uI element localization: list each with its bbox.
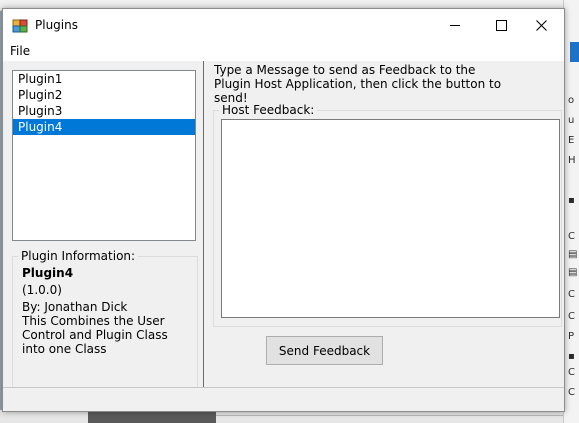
send-feedback-button[interactable]: Send Feedback <box>266 336 383 365</box>
background-glyph: ▪ <box>568 352 575 362</box>
menu-file[interactable]: File <box>10 44 30 58</box>
background-glyph: ▪ <box>568 196 575 206</box>
close-icon <box>535 19 547 31</box>
plugins-window: Plugins File Plugin1 Plugin2 Plugin3 Plugin… <box>2 8 565 412</box>
plugin-list-item[interactable]: Plugin2 <box>13 87 195 103</box>
background-glyph: C <box>568 232 575 242</box>
background-glyph: ▤ <box>568 250 578 260</box>
maximize-icon <box>495 19 507 31</box>
plugin-version: (1.0.0) <box>22 283 62 297</box>
background-glyph: C <box>568 388 575 398</box>
background-glyph: C <box>568 290 575 300</box>
plugin-list[interactable]: Plugin1 Plugin2 Plugin3 Plugin4 <box>12 70 196 241</box>
panel-splitter[interactable] <box>203 61 204 387</box>
plugin-list-item[interactable]: Plugin3 <box>13 103 195 119</box>
plugin-name: Plugin4 <box>22 266 74 280</box>
background-glyph: u <box>568 116 575 126</box>
close-button[interactable] <box>518 9 564 41</box>
plugins-app-icon <box>12 19 28 33</box>
plugin-list-item[interactable]: Plugin4 <box>13 119 195 135</box>
left-panel: Plugin1 Plugin2 Plugin3 Plugin4 Plugin Info… <box>3 61 203 390</box>
host-feedback-group: Host Feedback: <box>213 103 562 327</box>
window-title: Plugins <box>35 18 78 32</box>
plugin-info-label: Plugin Information: <box>18 249 139 263</box>
feedback-instructions: Type a Message to send as Feedback to th… <box>214 63 502 105</box>
plugin-author: By: Jonathan Dick <box>22 300 128 314</box>
plugin-description: This Combines the User Control and Plugi… <box>22 314 168 356</box>
host-feedback-label: Host Feedback: <box>219 103 318 117</box>
feedback-textbox[interactable] <box>221 119 560 318</box>
title-bar[interactable]: Plugins <box>3 9 564 41</box>
background-glyph: C <box>568 368 575 378</box>
minimize-icon <box>450 24 460 26</box>
background-blue-block <box>570 42 579 62</box>
minimize-button[interactable] <box>432 9 478 41</box>
background-glyph: o <box>568 96 575 106</box>
background-line <box>216 415 563 416</box>
background-glyph: H <box>568 156 576 166</box>
status-strip <box>3 388 564 411</box>
plugin-list-item[interactable]: Plugin1 <box>13 71 195 87</box>
background-window-right: o u E H ▪ C ▤ ▤ C C P ▪ C C <box>563 0 579 423</box>
background-glyph: C <box>568 312 575 322</box>
plugin-info-group: Plugin Information: Plugin4 (1.0.0) By: … <box>12 249 198 390</box>
background-glyph: ▤ <box>568 268 578 278</box>
menu-bar: File <box>3 41 564 61</box>
background-glyph: P <box>568 332 575 342</box>
background-glyph: E <box>568 136 575 146</box>
